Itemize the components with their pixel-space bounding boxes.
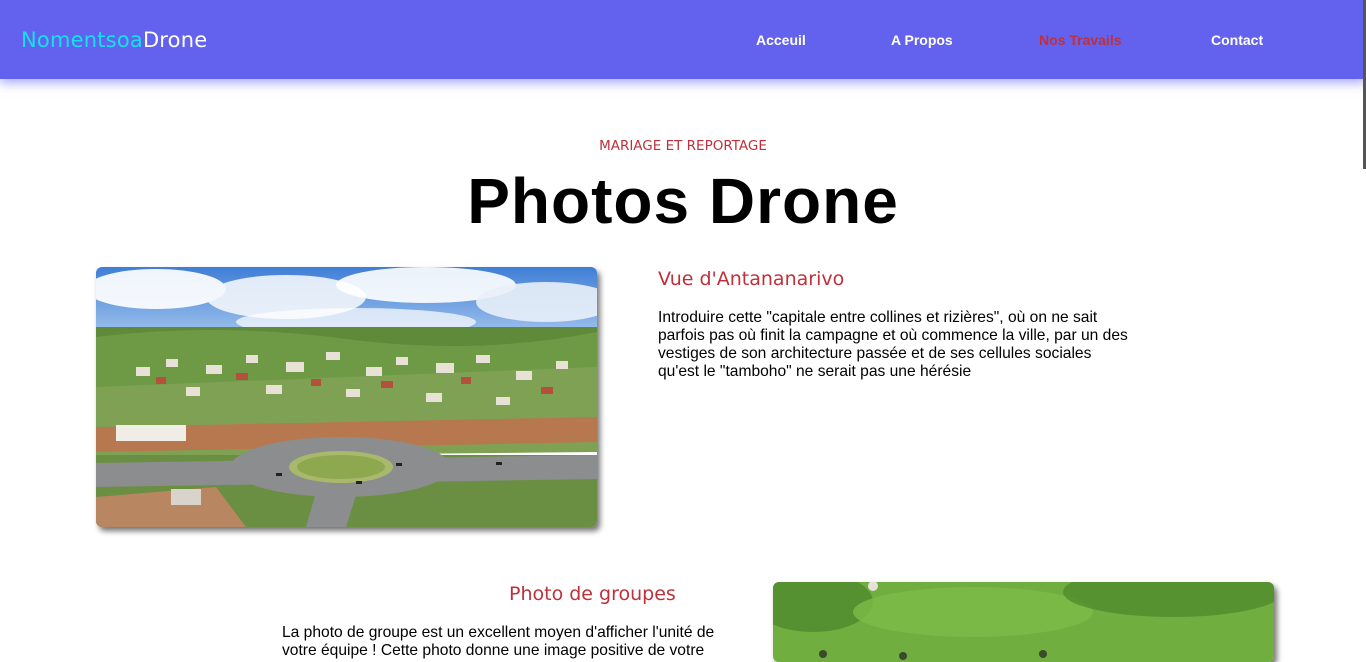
nav-link-acceuil[interactable]: Acceuil	[756, 31, 806, 49]
section-title-groupes: Photo de groupes	[509, 583, 676, 605]
page-title: Photos Drone	[467, 165, 899, 237]
brand-logo[interactable]: NomentsoaDrone	[21, 27, 207, 53]
group-aerial-photo	[773, 582, 1274, 662]
hero-kicker: MARIAGE ET REPORTAGE	[599, 138, 767, 154]
section-text-antananarivo: Introduire cette "capitale entre colline…	[658, 309, 1128, 380]
section-title-antananarivo: Vue d'Antananarivo	[658, 268, 845, 290]
brand-name-part1: Nomentsoa	[21, 28, 143, 52]
brand-name-part2: Drone	[142, 28, 208, 52]
section-text-groupes: La photo de groupe est un excellent moye…	[282, 624, 715, 659]
navbar: NomentsoaDrone Acceuil A Propos Nos Trav…	[0, 0, 1366, 79]
nav-link-a-propos[interactable]: A Propos	[891, 31, 953, 49]
antananarivo-aerial-photo	[96, 267, 597, 527]
nav-link-contact[interactable]: Contact	[1211, 31, 1263, 49]
nav-link-nos-travails[interactable]: Nos Travails	[1039, 31, 1122, 49]
